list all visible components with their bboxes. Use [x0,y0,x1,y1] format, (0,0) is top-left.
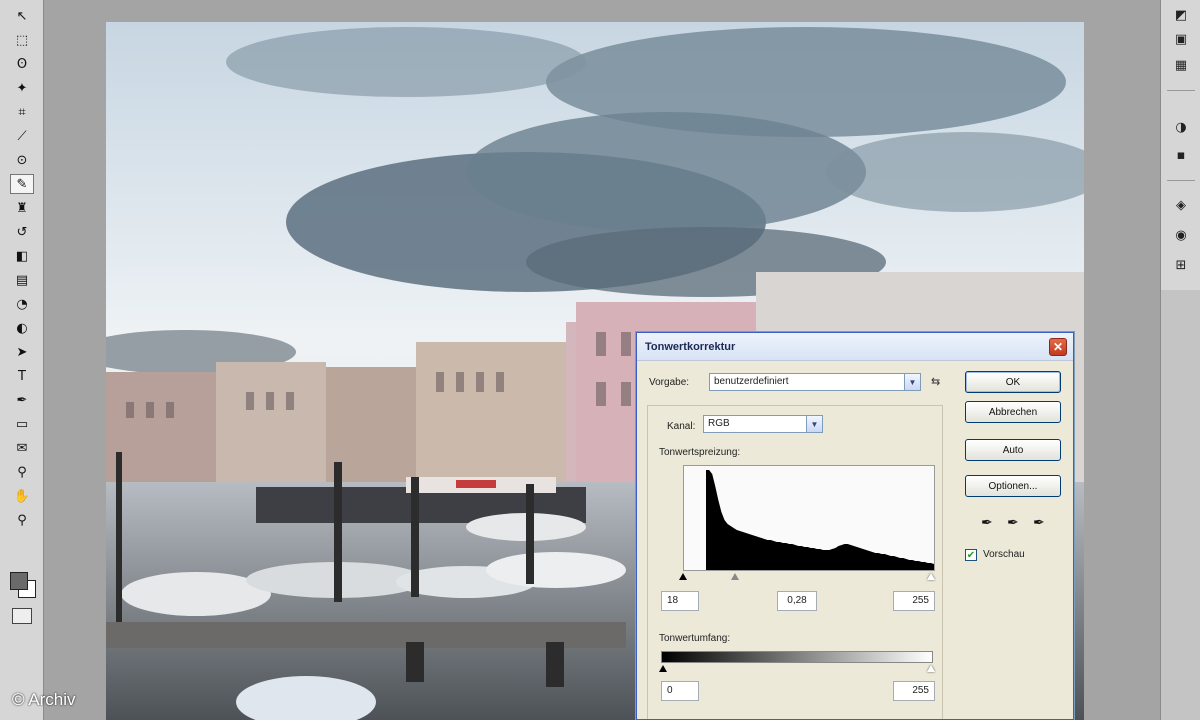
dodge-tool-icon[interactable]: ◐ [10,318,34,338]
color-icon[interactable]: ◑ [1171,118,1191,136]
toolbox-panel: ↖ ⬚ ʘ ✦ ⌗ ⟋ ⊙ ✎ ♜ ↺ ◧ ▤ ◔ ◐ ➤ T ✒ ▭ ✉ ⚲ ✋ ⚲ [0,0,44,720]
photo-credit: © Archiv [12,690,76,709]
dialog-titlebar[interactable]: Tonwertkorrektur [637,333,1073,361]
gray-eyedropper-icon[interactable]: ✒ [1007,515,1019,531]
input-levels-label: Tonwertspreizung: [659,447,741,458]
histogram-area [706,470,934,570]
slice-tool-icon[interactable]: ⟋ [10,126,34,146]
hand-tool-icon[interactable]: ✋ [10,486,34,506]
shape-tool-icon[interactable]: ▭ [10,414,34,434]
quick-mask-icon[interactable] [12,608,32,624]
histogram-graph [706,470,934,570]
channel-label: Kanal: [667,421,696,432]
output-gradient-bar [661,651,933,663]
options-button[interactable]: Optionen... [965,475,1061,497]
input-gamma-field[interactable]: 0,28 [777,591,817,611]
zoom-tool-icon[interactable]: ⚲ [10,510,34,530]
chevron-down-icon: ▼ [904,374,920,390]
levels-dialog: Tonwertkorrektur ✕ Vorgabe: benutzerdefi… [636,332,1074,720]
channel-value: RGB [708,418,730,429]
output-black-field[interactable]: 0 [661,681,699,701]
cancel-button[interactable]: Abbrechen [965,401,1061,423]
path-selection-tool-icon[interactable]: ➤ [10,342,34,362]
layers-icon[interactable]: ◈ [1171,196,1191,214]
foreground-color-swatch[interactable] [10,572,28,590]
ok-button[interactable]: OK [965,371,1061,393]
black-eyedropper-icon[interactable]: ✒ [981,515,993,531]
brush-tool-icon[interactable]: ✎ [10,174,34,194]
palette-separator [1167,180,1195,181]
output-levels-label: Tonwertumfang: [659,633,731,644]
close-button[interactable]: ✕ [1049,338,1067,356]
preset-label: Vorgabe: [649,377,690,388]
close-icon: ✕ [1052,340,1064,354]
preset-select[interactable]: benutzerdefiniert ▼ [709,373,921,391]
magic-wand-tool-icon[interactable]: ✦ [10,78,34,98]
palette-dock: ◩ ▣ ▦ ◑ ▪ ◈ ◉ ⊞ [1160,0,1200,720]
lasso-tool-icon[interactable]: ʘ [10,54,34,74]
output-white-field[interactable]: 255 [893,681,935,701]
channel-select[interactable]: RGB ▼ [703,415,823,433]
histogram-icon[interactable]: ▦ [1171,56,1191,74]
history-brush-tool-icon[interactable]: ↺ [10,222,34,242]
preview-checkbox[interactable]: ✔ [965,549,977,561]
preset-value: benutzerdefiniert [714,376,789,387]
notes-tool-icon[interactable]: ✉ [10,438,34,458]
input-black-slider[interactable] [679,573,687,580]
gradient-tool-icon[interactable]: ▤ [10,270,34,290]
clone-stamp-tool-icon[interactable]: ♜ [10,198,34,218]
navigator-icon[interactable]: ◩ [1171,6,1191,24]
palette-separator [1167,90,1195,91]
dialog-title: Tonwertkorrektur [645,340,736,353]
input-gamma-slider[interactable] [731,573,739,580]
healing-brush-tool-icon[interactable]: ⊙ [10,150,34,170]
blur-tool-icon[interactable]: ◔ [10,294,34,314]
pen-tool-icon[interactable]: ✒ [10,390,34,410]
info-icon[interactable]: ▣ [1171,30,1191,48]
output-black-slider[interactable] [659,665,667,672]
auto-button[interactable]: Auto [965,439,1061,461]
marquee-tool-icon[interactable]: ⬚ [10,30,34,50]
move-tool-icon[interactable]: ↖ [10,6,34,26]
paths-icon[interactable]: ⊞ [1171,256,1191,274]
input-white-slider[interactable] [927,573,935,580]
preview-label: Vorschau [983,549,1025,560]
type-tool-icon[interactable]: T [10,366,34,386]
palette-dock-empty-area [1161,290,1200,720]
crop-tool-icon[interactable]: ⌗ [10,102,34,122]
eyedropper-tool-icon[interactable]: ⚲ [10,462,34,482]
histogram [683,465,935,571]
channels-icon[interactable]: ◉ [1171,226,1191,244]
swatches-icon[interactable]: ▪ [1171,146,1191,164]
input-white-field[interactable]: 255 [893,591,935,611]
preset-options-icon[interactable]: ⇆ [931,375,940,388]
checkmark-icon: ✔ [966,549,976,561]
output-white-slider[interactable] [927,665,935,672]
eraser-tool-icon[interactable]: ◧ [10,246,34,266]
input-black-field[interactable]: 18 [661,591,699,611]
chevron-down-icon: ▼ [806,416,822,432]
white-eyedropper-icon[interactable]: ✒ [1033,515,1045,531]
